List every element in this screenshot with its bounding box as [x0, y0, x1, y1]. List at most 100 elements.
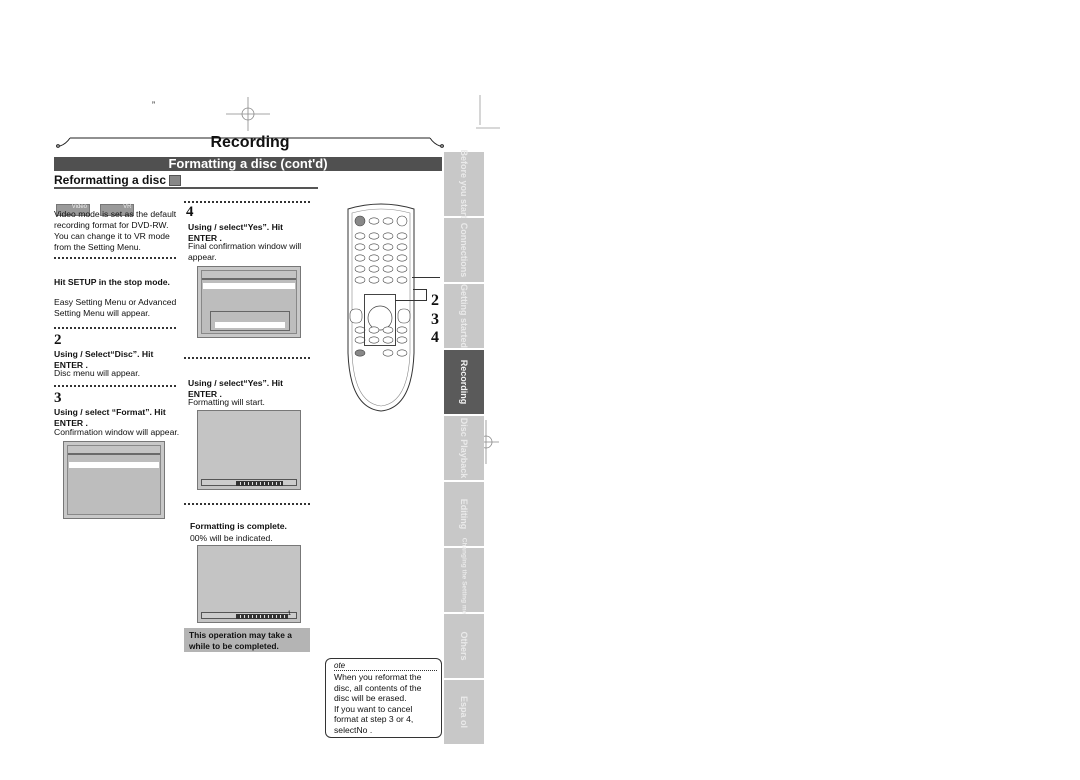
note-box: ote When you reformat the disc, all cont… — [325, 658, 442, 738]
step-3-number: 3 — [54, 390, 62, 406]
step-6-result: 00% will be indicated. — [190, 533, 273, 543]
remote-button-clear — [382, 265, 394, 273]
remote-button-cm-skip — [396, 349, 408, 357]
formatting-progress-screenshot — [197, 410, 301, 490]
remote-button-7 — [354, 254, 366, 262]
note-title: ote — [334, 661, 346, 670]
callout-3: 3 — [431, 311, 439, 328]
step-6-instruction: Formatting is complete. — [190, 521, 287, 531]
progress-track: 1 — [201, 611, 297, 619]
side-tab-label: Recording — [459, 359, 469, 405]
side-tab-label: Editing — [459, 498, 469, 530]
screen-highlight-row — [69, 462, 159, 468]
crop-mark — [476, 95, 500, 129]
remote-button-skip — [396, 336, 408, 344]
side-tab-label: Changing the Setting menu — [460, 537, 468, 623]
registration-mark — [226, 97, 270, 131]
confirmation-window-screenshot — [63, 441, 165, 519]
screen-highlight-row — [203, 283, 295, 289]
side-tab-others[interactable]: Others — [444, 614, 484, 678]
note-line-2: If you want to cancel format at step 3 o… — [334, 703, 414, 735]
remote-button-fwd — [396, 326, 408, 334]
side-tab-getting-started[interactable]: Getting started — [444, 284, 484, 348]
remote-button-menu-list — [368, 276, 380, 284]
remote-button-5 — [368, 243, 380, 251]
progress-bar — [236, 614, 288, 619]
caution-note: This operation may take a while to be co… — [184, 628, 310, 652]
step-2-number: 2 — [54, 332, 62, 348]
intro-text: Video mode is set as the default recordi… — [54, 209, 177, 252]
side-tab-connections[interactable]: Connections — [444, 218, 484, 282]
remote-button-power — [354, 215, 366, 227]
remote-button-repeat — [396, 254, 408, 262]
screen-dialog — [210, 311, 290, 331]
remote-button-9 — [382, 254, 394, 262]
subheading-text: Reformatting a disc — [54, 173, 167, 187]
chapter-title: Recording — [210, 134, 290, 151]
remote-button-zoom — [368, 217, 380, 225]
side-tab-label: Espa ol — [459, 695, 469, 729]
side-tab-label: Getting started — [459, 283, 469, 349]
remote-button-6 — [382, 243, 394, 251]
remote-button-rec-otr — [354, 349, 366, 357]
side-tab-label: Disc Playback — [459, 417, 469, 479]
side-tab-espa-ol[interactable]: Espa ol — [444, 680, 484, 744]
side-tab-recording[interactable]: Recording — [444, 350, 484, 414]
remote-button-return — [382, 276, 394, 284]
step-1-instruction: Hit SETUP in the stop mode. — [54, 277, 170, 287]
enter-callout-line — [413, 289, 427, 290]
section-title: Formatting a disc (cont'd) — [54, 157, 442, 171]
step-divider — [184, 201, 310, 203]
enter-callout-line — [426, 289, 427, 300]
remote-button-8 — [368, 254, 380, 262]
final-confirmation-screenshot — [197, 266, 301, 338]
side-tab-label: Before you start — [459, 149, 469, 219]
step-3-instruction: Using / select “Format”. Hit ENTER . — [54, 407, 166, 428]
pad-callout-line — [395, 300, 427, 301]
side-tab-editing[interactable]: Editing — [444, 482, 484, 546]
progress-label: 1 — [287, 611, 291, 617]
step-1-result: Easy Setting Menu or Advanced Setting Me… — [54, 297, 177, 318]
stray-mark: ” — [152, 100, 155, 110]
step-4-number: 4 — [186, 204, 194, 220]
remote-button-display — [354, 265, 366, 273]
callout-4: 4 — [431, 329, 439, 346]
note-divider — [334, 670, 437, 671]
step-2-result: Disc menu will appear. — [54, 368, 140, 378]
remote-side-button — [397, 308, 411, 324]
remote-button-top-menu — [354, 276, 366, 284]
side-tab-label: Others — [459, 631, 469, 661]
wrench-icon — [169, 175, 182, 187]
step-5-result: Formatting will start. — [188, 397, 265, 407]
side-tab-disc-playback[interactable]: Disc Playback — [444, 416, 484, 480]
setup-callout-line — [412, 277, 440, 278]
subheading-rule — [54, 187, 318, 189]
progress-bar — [236, 481, 283, 486]
side-tab-before-you-start[interactable]: Before you start — [444, 149, 484, 219]
note-line-1: When you reformat the disc, all contents… — [334, 672, 422, 703]
step-divider — [184, 503, 310, 505]
remote-button-ch- — [396, 243, 408, 251]
side-tab-label: Connections — [459, 222, 469, 278]
remote-button-ch- — [396, 232, 408, 240]
step-divider — [54, 327, 176, 329]
remote-button-1 — [354, 232, 366, 240]
remote-button-enter — [396, 276, 408, 284]
remote-side-button — [349, 308, 363, 324]
remote-button-0 — [368, 265, 380, 273]
screen-title-bar — [68, 446, 160, 455]
side-tab-changing-the-setting-menu[interactable]: Changing the Setting menu — [444, 538, 484, 622]
remote-button-stop — [382, 349, 394, 357]
screen-title-bar — [202, 271, 296, 280]
remote-button-timer-prog- — [382, 217, 394, 225]
step-divider — [54, 385, 176, 387]
remote-button-2 — [368, 232, 380, 240]
callout-2: 2 — [431, 292, 439, 309]
remote-button-setup — [396, 265, 408, 273]
step-4-result: Final confirmation window will appear. — [188, 241, 302, 262]
remote-button-3 — [382, 232, 394, 240]
formatting-complete-screenshot: 1 — [197, 545, 301, 623]
progress-track — [201, 479, 297, 486]
step-divider — [54, 257, 176, 259]
subheading: Reformatting a disc — [54, 173, 182, 187]
